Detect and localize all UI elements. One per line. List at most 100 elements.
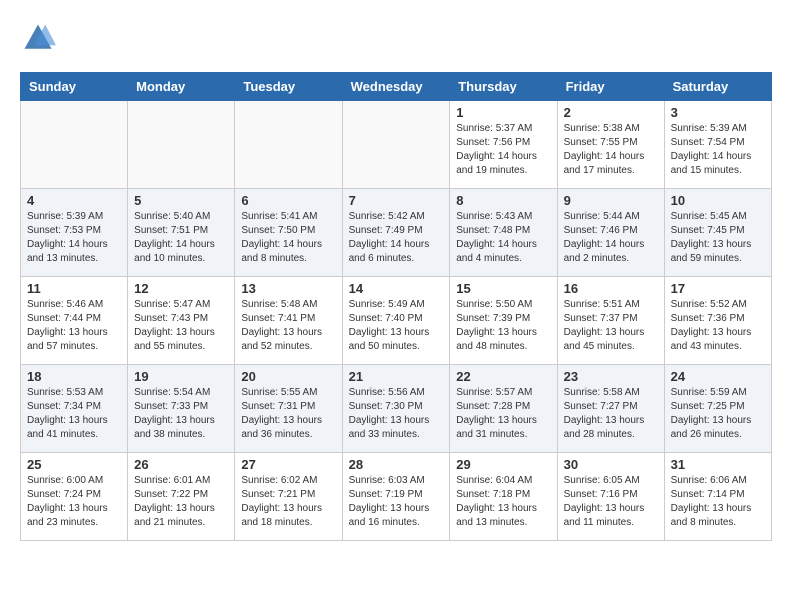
day-info: Sunrise: 5:55 AM Sunset: 7:31 PM Dayligh… [241,386,335,442]
day-info: Sunrise: 6:06 AM Sunset: 7:14 PM Dayligh… [671,474,765,530]
day-info: Sunrise: 5:44 AM Sunset: 7:46 PM Dayligh… [564,210,658,266]
day-info: Sunrise: 5:47 AM Sunset: 7:43 PM Dayligh… [134,298,228,354]
week-row-3: 11 Sunrise: 5:46 AM Sunset: 7:44 PM Dayli… [21,277,772,365]
day-number: 21 [349,369,444,384]
calendar-cell: 17 Sunrise: 5:52 AM Sunset: 7:36 PM Dayli… [664,277,771,365]
calendar-cell: 4 Sunrise: 5:39 AM Sunset: 7:53 PM Daylig… [21,189,128,277]
day-info: Sunrise: 5:54 AM Sunset: 7:33 PM Dayligh… [134,386,228,442]
day-number: 17 [671,281,765,296]
day-number: 11 [27,281,121,296]
day-info: Sunrise: 5:48 AM Sunset: 7:41 PM Dayligh… [241,298,335,354]
calendar-cell: 6 Sunrise: 5:41 AM Sunset: 7:50 PM Daylig… [235,189,342,277]
calendar-cell: 13 Sunrise: 5:48 AM Sunset: 7:41 PM Dayli… [235,277,342,365]
day-info: Sunrise: 5:37 AM Sunset: 7:56 PM Dayligh… [456,122,550,178]
day-number: 20 [241,369,335,384]
day-info: Sunrise: 6:03 AM Sunset: 7:19 PM Dayligh… [349,474,444,530]
calendar-cell: 28 Sunrise: 6:03 AM Sunset: 7:19 PM Dayli… [342,453,450,541]
header-monday: Monday [128,73,235,101]
calendar-cell: 25 Sunrise: 6:00 AM Sunset: 7:24 PM Dayli… [21,453,128,541]
calendar-cell: 16 Sunrise: 5:51 AM Sunset: 7:37 PM Dayli… [557,277,664,365]
day-number: 26 [134,457,228,472]
page-header [20,20,772,56]
day-info: Sunrise: 5:59 AM Sunset: 7:25 PM Dayligh… [671,386,765,442]
day-number: 16 [564,281,658,296]
day-number: 18 [27,369,121,384]
day-number: 2 [564,105,658,120]
day-info: Sunrise: 5:52 AM Sunset: 7:36 PM Dayligh… [671,298,765,354]
calendar-cell: 20 Sunrise: 5:55 AM Sunset: 7:31 PM Dayli… [235,365,342,453]
day-info: Sunrise: 5:56 AM Sunset: 7:30 PM Dayligh… [349,386,444,442]
header-wednesday: Wednesday [342,73,450,101]
calendar-cell [342,101,450,189]
logo-icon [20,20,56,56]
calendar-cell: 10Sunrise: 5:45 AM Sunset: 7:45 PM Dayli… [664,189,771,277]
day-info: Sunrise: 5:40 AM Sunset: 7:51 PM Dayligh… [134,210,228,266]
day-number: 24 [671,369,765,384]
calendar-cell: 3 Sunrise: 5:39 AM Sunset: 7:54 PM Daylig… [664,101,771,189]
day-info: Sunrise: 5:39 AM Sunset: 7:54 PM Dayligh… [671,122,765,178]
day-number: 6 [241,193,335,208]
day-number: 25 [27,457,121,472]
day-info: Sunrise: 5:42 AM Sunset: 7:49 PM Dayligh… [349,210,444,266]
day-number: 8 [456,193,550,208]
day-info: Sunrise: 5:50 AM Sunset: 7:39 PM Dayligh… [456,298,550,354]
calendar-cell: 5 Sunrise: 5:40 AM Sunset: 7:51 PM Daylig… [128,189,235,277]
day-info: Sunrise: 6:04 AM Sunset: 7:18 PM Dayligh… [456,474,550,530]
week-row-1: 1 Sunrise: 5:37 AM Sunset: 7:56 PM Daylig… [21,101,772,189]
calendar-cell [128,101,235,189]
day-number: 13 [241,281,335,296]
day-info: Sunrise: 5:53 AM Sunset: 7:34 PM Dayligh… [27,386,121,442]
header-tuesday: Tuesday [235,73,342,101]
calendar-header-row: SundayMondayTuesdayWednesdayThursdayFrid… [21,73,772,101]
calendar-cell: 21 Sunrise: 5:56 AM Sunset: 7:30 PM Dayli… [342,365,450,453]
day-number: 3 [671,105,765,120]
day-number: 29 [456,457,550,472]
day-number: 15 [456,281,550,296]
calendar-cell: 18 Sunrise: 5:53 AM Sunset: 7:34 PM Dayli… [21,365,128,453]
day-number: 7 [349,193,444,208]
header-sunday: Sunday [21,73,128,101]
day-info: Sunrise: 5:51 AM Sunset: 7:37 PM Dayligh… [564,298,658,354]
calendar-cell: 27 Sunrise: 6:02 AM Sunset: 7:21 PM Dayli… [235,453,342,541]
day-info: Sunrise: 5:46 AM Sunset: 7:44 PM Dayligh… [27,298,121,354]
day-info: Sunrise: 5:39 AM Sunset: 7:53 PM Dayligh… [27,210,121,266]
calendar-cell: 19Sunrise: 5:54 AM Sunset: 7:33 PM Dayli… [128,365,235,453]
day-number: 28 [349,457,444,472]
day-number: 14 [349,281,444,296]
week-row-4: 18 Sunrise: 5:53 AM Sunset: 7:34 PM Dayli… [21,365,772,453]
calendar-cell [235,101,342,189]
calendar-cell: 2 Sunrise: 5:38 AM Sunset: 7:55 PM Daylig… [557,101,664,189]
day-info: Sunrise: 5:57 AM Sunset: 7:28 PM Dayligh… [456,386,550,442]
calendar-cell: 29 Sunrise: 6:04 AM Sunset: 7:18 PM Dayli… [450,453,557,541]
day-info: Sunrise: 5:41 AM Sunset: 7:50 PM Dayligh… [241,210,335,266]
day-info: Sunrise: 5:49 AM Sunset: 7:40 PM Dayligh… [349,298,444,354]
calendar-cell: 26Sunrise: 6:01 AM Sunset: 7:22 PM Dayli… [128,453,235,541]
calendar-cell: 11 Sunrise: 5:46 AM Sunset: 7:44 PM Dayli… [21,277,128,365]
calendar-cell [21,101,128,189]
calendar-cell: 7 Sunrise: 5:42 AM Sunset: 7:49 PM Daylig… [342,189,450,277]
day-number: 9 [564,193,658,208]
day-number: 5 [134,193,228,208]
day-info: Sunrise: 5:58 AM Sunset: 7:27 PM Dayligh… [564,386,658,442]
day-number: 1 [456,105,550,120]
day-number: 30 [564,457,658,472]
calendar-cell: 14 Sunrise: 5:49 AM Sunset: 7:40 PM Dayli… [342,277,450,365]
day-info: Sunrise: 6:02 AM Sunset: 7:21 PM Dayligh… [241,474,335,530]
logo [20,20,62,56]
day-number: 31 [671,457,765,472]
header-saturday: Saturday [664,73,771,101]
day-info: Sunrise: 6:00 AM Sunset: 7:24 PM Dayligh… [27,474,121,530]
header-friday: Friday [557,73,664,101]
calendar-cell: 30Sunrise: 6:05 AM Sunset: 7:16 PM Dayli… [557,453,664,541]
calendar-cell: 23Sunrise: 5:58 AM Sunset: 7:27 PM Dayli… [557,365,664,453]
day-number: 4 [27,193,121,208]
calendar-table: SundayMondayTuesdayWednesdayThursdayFrid… [20,72,772,541]
day-number: 12 [134,281,228,296]
calendar-cell: 8Sunrise: 5:43 AM Sunset: 7:48 PM Daylig… [450,189,557,277]
calendar-cell: 12 Sunrise: 5:47 AM Sunset: 7:43 PM Dayli… [128,277,235,365]
day-info: Sunrise: 5:38 AM Sunset: 7:55 PM Dayligh… [564,122,658,178]
day-number: 10 [671,193,765,208]
day-number: 27 [241,457,335,472]
calendar-cell: 24 Sunrise: 5:59 AM Sunset: 7:25 PM Dayli… [664,365,771,453]
day-number: 22 [456,369,550,384]
